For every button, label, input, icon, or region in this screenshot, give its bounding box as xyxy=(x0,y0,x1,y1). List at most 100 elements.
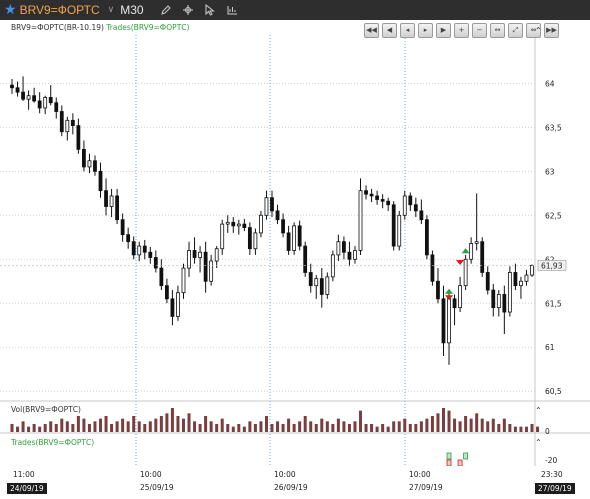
volume-bar xyxy=(370,424,374,432)
first-icon[interactable]: ◀◀ xyxy=(364,23,379,38)
volume-bar xyxy=(93,421,97,432)
price-tick: 62,5 xyxy=(545,211,562,220)
price-panel-collapse-icon[interactable]: ⌃ xyxy=(535,26,542,35)
expand-icon[interactable]: ⤢ xyxy=(508,23,523,38)
candle-down xyxy=(82,148,86,168)
candle-down xyxy=(104,190,108,207)
fit-icon[interactable]: ↔ xyxy=(490,23,505,38)
candle-down xyxy=(452,298,457,309)
price-tick: 60,5 xyxy=(545,387,562,396)
volume-bar xyxy=(148,421,152,432)
volume-bar xyxy=(276,421,280,432)
candle-down xyxy=(32,95,37,102)
volume-bar xyxy=(353,421,357,432)
candle-up xyxy=(330,254,335,278)
symbol-dropdown-icon[interactable]: ∨ xyxy=(108,5,115,15)
volume-bar xyxy=(159,416,163,432)
trades-panel-collapse-icon[interactable]: ⌃ xyxy=(535,438,542,447)
symbol-label[interactable]: BRV9=ФОРТС xyxy=(20,3,100,17)
candle-down xyxy=(170,298,175,317)
favorite-star-icon[interactable]: ★ xyxy=(4,0,17,20)
candle-up xyxy=(264,197,269,216)
chart-canvas[interactable]: 6463,56362,56261,56160,561,930-20 xyxy=(0,20,590,466)
chart-navigation: ◀◀ ◀ ◂ ▸ ▶ + − ↔ ⤢ ⇔ ▶▶ xyxy=(364,23,562,38)
candle-down xyxy=(159,267,164,287)
candle-up xyxy=(65,119,70,133)
volume-bar xyxy=(303,416,307,432)
time-tick: 11:00 xyxy=(13,470,35,479)
crosshair-icon[interactable] xyxy=(180,2,196,18)
volume-bar xyxy=(121,418,125,432)
indicators-icon[interactable] xyxy=(224,2,240,18)
volume-bar xyxy=(99,418,103,432)
candle-down xyxy=(37,100,42,109)
volume-bar xyxy=(453,418,457,432)
volume-bar xyxy=(475,413,479,432)
volume-bar xyxy=(392,421,396,432)
price-tick: 61 xyxy=(545,343,555,352)
prev-icon[interactable]: ◂ xyxy=(400,23,415,38)
candle-down xyxy=(15,87,20,93)
candle-down xyxy=(408,195,413,206)
next-page-icon[interactable]: ▶ xyxy=(436,23,451,38)
volume-bar xyxy=(336,418,340,432)
volume-bar xyxy=(342,421,346,432)
volume-bar xyxy=(54,424,58,432)
next-icon[interactable]: ▸ xyxy=(418,23,433,38)
sell-marker xyxy=(456,260,465,266)
candle-down xyxy=(10,84,14,89)
volume-bar xyxy=(104,416,108,432)
candle-down xyxy=(148,251,153,258)
candle-up xyxy=(336,241,341,256)
zoom-in-icon[interactable]: + xyxy=(454,23,469,38)
candle-down xyxy=(115,195,120,221)
volume-bar xyxy=(270,424,274,432)
candle-down xyxy=(247,227,252,250)
candle-up xyxy=(137,245,142,256)
end-icon[interactable]: ▶▶ xyxy=(544,23,559,38)
time-tick: 10:00 xyxy=(409,470,431,479)
date-tick: 26/09/19 xyxy=(274,483,308,492)
sell-marker xyxy=(445,295,454,301)
zoom-out-icon[interactable]: − xyxy=(472,23,487,38)
candle-up xyxy=(26,95,31,100)
candle-down xyxy=(424,219,429,256)
candle-down xyxy=(153,257,158,269)
candle-up xyxy=(402,195,407,216)
date-tick: 27/09/19 xyxy=(409,483,443,492)
price-tick: 63,5 xyxy=(545,123,562,132)
volume-bar xyxy=(248,421,252,432)
volume-bar xyxy=(137,421,141,432)
trade-buy-box xyxy=(446,452,452,460)
time-tick: 10:00 xyxy=(140,470,162,479)
volume-bar xyxy=(309,421,313,432)
pencil-icon[interactable] xyxy=(158,2,174,18)
volume-bar xyxy=(181,418,185,432)
volume-bar xyxy=(381,424,385,432)
candle-up xyxy=(220,223,225,250)
prev-page-icon[interactable]: ◀ xyxy=(382,23,397,38)
volume-bar xyxy=(298,421,302,432)
candle-up xyxy=(519,280,523,287)
candle-down xyxy=(347,251,352,260)
date-tick: 25/09/19 xyxy=(140,483,174,492)
cursor-icon[interactable] xyxy=(202,2,218,18)
volume-panel-collapse-icon[interactable]: ⌃ xyxy=(535,406,542,415)
volume-bar xyxy=(60,418,64,432)
candle-down xyxy=(48,97,53,104)
candle-down xyxy=(270,197,274,212)
volume-bar xyxy=(480,418,484,432)
chart-area[interactable]: 64 63,5 63 62,5 62 61,5 61 60,5 61,93 0 -20 BRV9=Ф… xyxy=(0,20,590,499)
time-tick: 10:00 xyxy=(274,470,296,479)
timeframe-label[interactable]: M30 xyxy=(120,3,143,17)
date-tick: 24/09/19 xyxy=(7,483,47,494)
volume-bar xyxy=(508,424,512,432)
volume-bar xyxy=(458,421,462,432)
volume-bar xyxy=(115,421,119,432)
candle-down xyxy=(308,272,313,287)
candle-down xyxy=(126,234,131,243)
candle-up xyxy=(259,214,263,234)
volume-bar xyxy=(386,426,390,432)
candle-down xyxy=(419,210,424,221)
volume-bar xyxy=(403,418,407,432)
